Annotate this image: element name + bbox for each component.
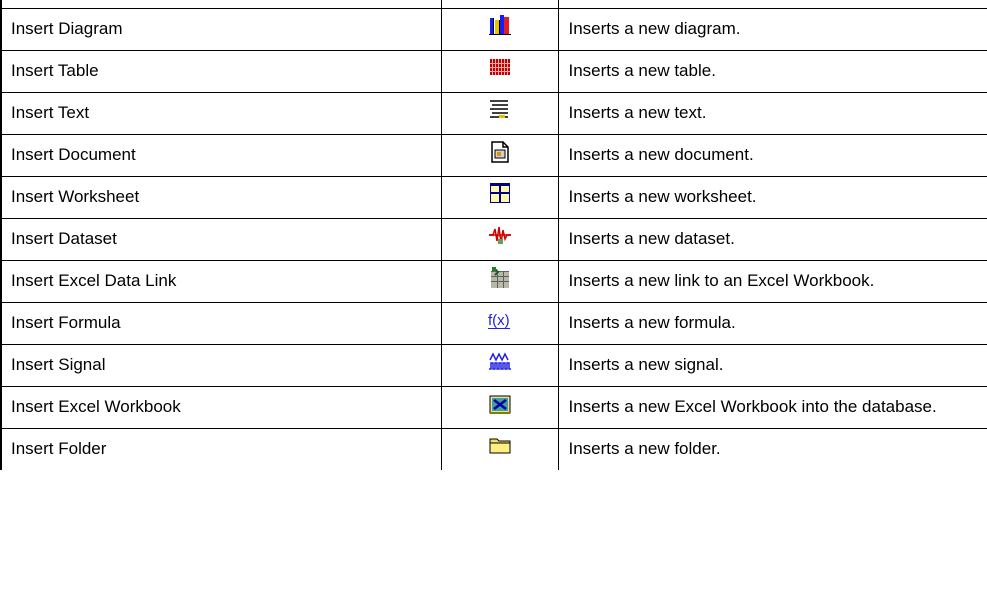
command-description: Inserts a new diagram. (557, 8, 987, 51)
command-description: Inserts a new link to an Excel Workbook. (557, 260, 987, 303)
command-description: Inserts a new formula. (557, 302, 987, 345)
svg-text:f(x): f(x) (488, 312, 510, 329)
table-row: Insert Dataset Inserts a new dataset. (0, 218, 987, 261)
command-description: Inserts a new signal. (557, 344, 987, 387)
command-name: Insert Text (0, 92, 442, 135)
command-description: Inserts a new folder. (557, 428, 987, 470)
commands-table: Insert Diagram Inserts a new diagram. In… (0, 0, 987, 470)
table-row: Insert Excel Workbook Inserts a new Exce… (0, 386, 987, 429)
command-name: Insert Table (0, 50, 442, 93)
table-row: Insert Text Inserts a new text. (0, 92, 987, 135)
excel-data-link-icon (489, 267, 511, 289)
command-name: Insert Excel Data Link (0, 260, 442, 303)
table-row: Insert Document Inserts a new document. (0, 134, 987, 177)
command-name: Insert Worksheet (0, 176, 442, 219)
command-name: Insert Document (0, 134, 442, 177)
bar-chart-icon (488, 15, 511, 35)
table-grid-icon (489, 57, 510, 75)
command-name: Insert Excel Workbook (0, 386, 442, 429)
command-name: Insert Diagram (0, 8, 442, 51)
table-row: Insert Worksheet Inserts a new worksheet… (0, 176, 987, 219)
signal-icon (488, 351, 511, 371)
command-description: Inserts a new Excel Workbook into the da… (557, 386, 987, 429)
table-row: Insert Signal Inserts a new signal. (0, 344, 987, 387)
text-lines-icon (489, 99, 511, 119)
table-row: Insert Folder Inserts a new folder. (0, 428, 987, 470)
formula-icon: f(x) (487, 309, 512, 331)
command-description: Inserts a new document. (557, 134, 987, 177)
document-icon (490, 141, 509, 163)
excel-workbook-icon (489, 393, 511, 415)
command-description: Inserts a new text. (557, 92, 987, 135)
table-row: Insert Formula f(x) Inserts a new formul… (0, 302, 987, 345)
command-description: Inserts a new worksheet. (557, 176, 987, 219)
table-row: Insert Excel Data Link Inserts a new lin… (0, 260, 987, 303)
command-name: Insert Formula (0, 302, 442, 345)
command-name: Insert Folder (0, 428, 442, 470)
command-name: Insert Dataset (0, 218, 442, 261)
table-row: Insert Table Inserts a new table. (0, 50, 987, 93)
worksheet-icon (489, 183, 510, 203)
dataset-wave-icon (488, 225, 511, 245)
command-description: Inserts a new table. (557, 50, 987, 93)
table-top-row (0, 0, 987, 9)
table-row: Insert Diagram Inserts a new diagram. (0, 8, 987, 51)
command-name: Insert Signal (0, 344, 442, 387)
command-description: Inserts a new dataset. (557, 218, 987, 261)
folder-icon (489, 435, 511, 455)
